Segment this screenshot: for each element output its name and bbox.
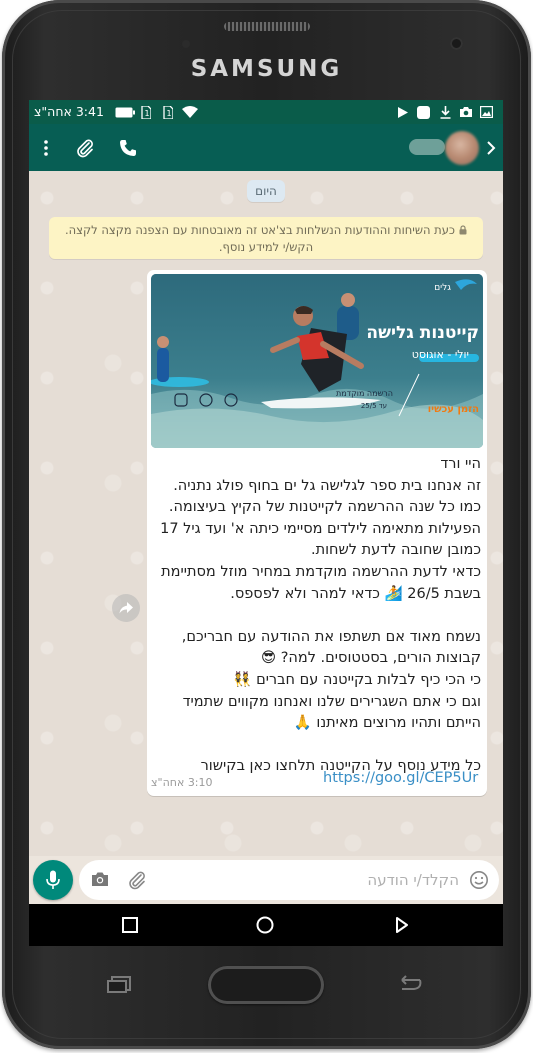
forward-button[interactable] <box>112 594 140 622</box>
date-chip: היום <box>247 180 285 202</box>
encryption-notice[interactable]: כעת השיחות וההודעות הנשלחות בצ'אט זה מאו… <box>49 217 483 259</box>
proximity-sensor <box>182 40 190 48</box>
play-store-icon <box>397 105 409 119</box>
wifi-icon <box>182 105 198 119</box>
svg-text:1: 1 <box>167 109 172 118</box>
back-arrow-icon[interactable] <box>483 139 499 157</box>
back-key[interactable] <box>394 974 424 994</box>
poster-cta: הזמן עכשיו <box>428 404 479 415</box>
poster-title: קייטנות גלישה <box>366 323 479 343</box>
encryption-notice-text: כעת השיחות וההודעות הנשלחות בצ'אט זה מאו… <box>65 223 455 254</box>
poster-subtitle: יולי - אוגוסט <box>412 348 469 361</box>
home-key[interactable] <box>208 966 324 1004</box>
phone-screen: 3:41 אחה"צ 1 1 היום כעת השיחות וההודעות … <box>29 100 503 946</box>
battery-icon <box>115 105 135 119</box>
attach-icon[interactable] <box>73 136 97 160</box>
contact-name[interactable] <box>409 139 445 155</box>
android-nav-bar <box>29 904 503 946</box>
voice-call-icon[interactable] <box>117 137 139 159</box>
forward-icon <box>119 602 133 614</box>
gallery-icon <box>480 105 493 119</box>
front-camera <box>450 37 463 50</box>
chat-area: היום כעת השיחות וההודעות הנשלחות בצ'אט ז… <box>29 171 503 856</box>
svg-text:1: 1 <box>145 109 150 118</box>
more-options-icon[interactable] <box>41 138 51 158</box>
camera-notification-icon <box>459 105 473 119</box>
lock-icon <box>459 223 467 239</box>
recent-apps-icon[interactable] <box>122 917 138 937</box>
message-body: היי ורד זה אנחנו בית ספר לגלישה גל ים בח… <box>160 456 481 775</box>
download-icon <box>440 105 451 119</box>
status-bar: 3:41 אחה"צ 1 1 <box>29 100 503 124</box>
app-notification-icon <box>417 105 430 119</box>
emoji-icon[interactable] <box>469 870 489 894</box>
earpiece-speaker <box>224 22 310 31</box>
poster-registration-until: עד 25/5 <box>361 402 387 410</box>
sim-1-icon: 1 <box>141 105 151 119</box>
status-time: 3:41 אחה"צ <box>34 104 104 119</box>
device-brand: SAMSUNG <box>190 56 343 82</box>
message-input-pill[interactable]: הקלד/י הודעה <box>79 860 499 900</box>
attach-icon[interactable] <box>127 870 147 894</box>
chat-header <box>29 124 503 171</box>
poster-registration: הרשמה מוקדמת <box>336 389 393 398</box>
surf-camp-poster: גלים קייטנות גלישה יולי - אוגוסט הרשמה מ… <box>151 274 483 448</box>
recent-apps-key[interactable] <box>106 974 136 994</box>
message-bubble[interactable]: גלים קייטנות גלישה יולי - אוגוסט הרשמה מ… <box>147 270 487 796</box>
home-icon[interactable] <box>256 916 274 938</box>
mic-button[interactable] <box>33 860 73 900</box>
mic-icon <box>46 870 60 889</box>
message-link[interactable]: https://goo.gl/CEP5Ur <box>323 770 478 786</box>
message-timestamp: 3:10 אחה"צ <box>151 776 213 789</box>
back-icon[interactable] <box>395 916 409 938</box>
poster-logo-text: גלים <box>434 283 451 293</box>
sim-2-icon: 1 <box>163 105 173 119</box>
message-input-placeholder[interactable]: הקלד/י הודעה <box>367 871 459 889</box>
contact-avatar[interactable] <box>445 131 479 165</box>
camera-icon[interactable] <box>91 871 109 891</box>
message-image[interactable]: גלים קייטנות גלישה יולי - אוגוסט הרשמה מ… <box>151 274 483 448</box>
